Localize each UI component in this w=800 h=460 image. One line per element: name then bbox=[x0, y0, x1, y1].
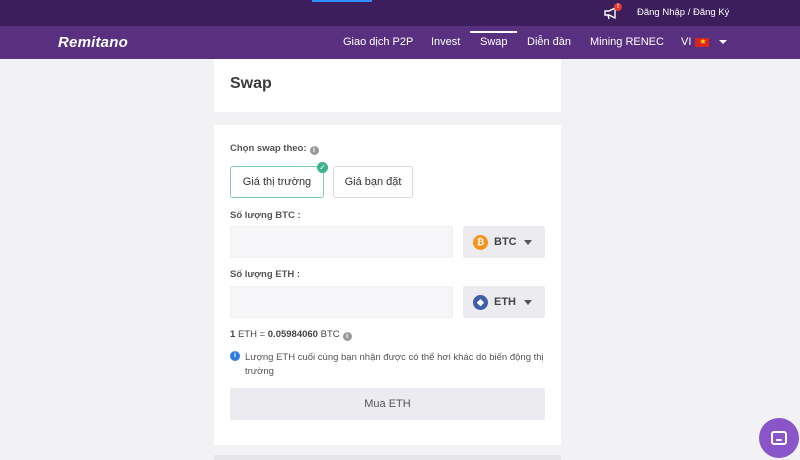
from-coin-code: BTC bbox=[494, 236, 517, 248]
logo[interactable]: Remitano bbox=[58, 34, 128, 51]
market-price-option[interactable]: Giá thị trường ✓ bbox=[230, 162, 328, 198]
chevron-down-icon bbox=[719, 40, 728, 44]
rate-rhs-unit: BTC bbox=[320, 329, 340, 340]
rate-lhs-amount: 1 bbox=[230, 329, 236, 340]
chevron-down-icon bbox=[524, 240, 532, 245]
nav-item-swap[interactable]: Swap bbox=[480, 36, 508, 48]
btc-amount-label: Số lượng BTC : bbox=[230, 210, 301, 221]
to-coin-code: ETH bbox=[494, 296, 516, 308]
title-card: Swap bbox=[214, 59, 561, 112]
swap-mode-label: Chọn swap theo: i bbox=[230, 143, 319, 155]
page-title: Swap bbox=[230, 75, 272, 92]
rate-rhs-amount: 0.05984060 bbox=[267, 329, 318, 340]
vietnam-flag-icon: ★ bbox=[695, 37, 710, 47]
language-code: VI bbox=[681, 36, 692, 48]
price-variance-note: Lượng ETH cuối cùng bạn nhận được có thể… bbox=[245, 352, 544, 377]
chevron-down-icon bbox=[524, 300, 532, 305]
topbar-accent bbox=[312, 0, 372, 2]
nav-item-invest[interactable]: Invest bbox=[431, 36, 460, 48]
language-selector[interactable]: VI ★ bbox=[681, 36, 728, 48]
info-icon[interactable]: i bbox=[309, 146, 319, 155]
btc-amount-input[interactable] bbox=[230, 226, 453, 258]
nav-item-forum[interactable]: Diễn đàn bbox=[527, 36, 571, 48]
buy-eth-button[interactable]: Mua ETH bbox=[230, 388, 545, 420]
chat-glyph bbox=[771, 431, 787, 445]
ethereum-icon: ◆ bbox=[473, 294, 488, 310]
eth-amount-input[interactable] bbox=[230, 286, 453, 318]
next-card-edge bbox=[214, 455, 561, 460]
nav-item-mining-renec[interactable]: Mining RENEC bbox=[590, 36, 664, 48]
limit-price-option[interactable]: Giá bạn đặt bbox=[333, 166, 413, 198]
check-icon: ✓ bbox=[317, 162, 328, 173]
limit-price-label: Giá bạn đặt bbox=[344, 176, 402, 188]
chat-icon[interactable] bbox=[759, 418, 799, 458]
info-icon: i bbox=[230, 351, 240, 361]
rate-lhs-unit: ETH = bbox=[237, 329, 266, 340]
eth-amount-label: Số lượng ETH : bbox=[230, 269, 301, 280]
swap-mode-label-text: Chọn swap theo: bbox=[230, 143, 307, 154]
main-navbar: Remitano Giao dịch P2P Invest Swap Diễn … bbox=[0, 26, 800, 59]
info-icon[interactable]: i bbox=[342, 332, 352, 341]
market-price-label: Giá thị trường bbox=[242, 176, 312, 188]
exchange-rate: 1 ETH = 0.05984060 BTC i bbox=[230, 329, 352, 341]
bitcoin-icon: ₿ bbox=[473, 234, 488, 250]
to-coin-select[interactable]: ◆ ETH bbox=[463, 286, 545, 318]
notification-badge: ! bbox=[614, 3, 622, 11]
from-coin-select[interactable]: ₿ BTC bbox=[463, 226, 545, 258]
nav-item-p2p[interactable]: Giao dịch P2P bbox=[343, 36, 413, 48]
nav-active-indicator bbox=[470, 31, 517, 33]
login-register-link[interactable]: Đăng Nhập / Đăng Ký bbox=[637, 7, 729, 18]
